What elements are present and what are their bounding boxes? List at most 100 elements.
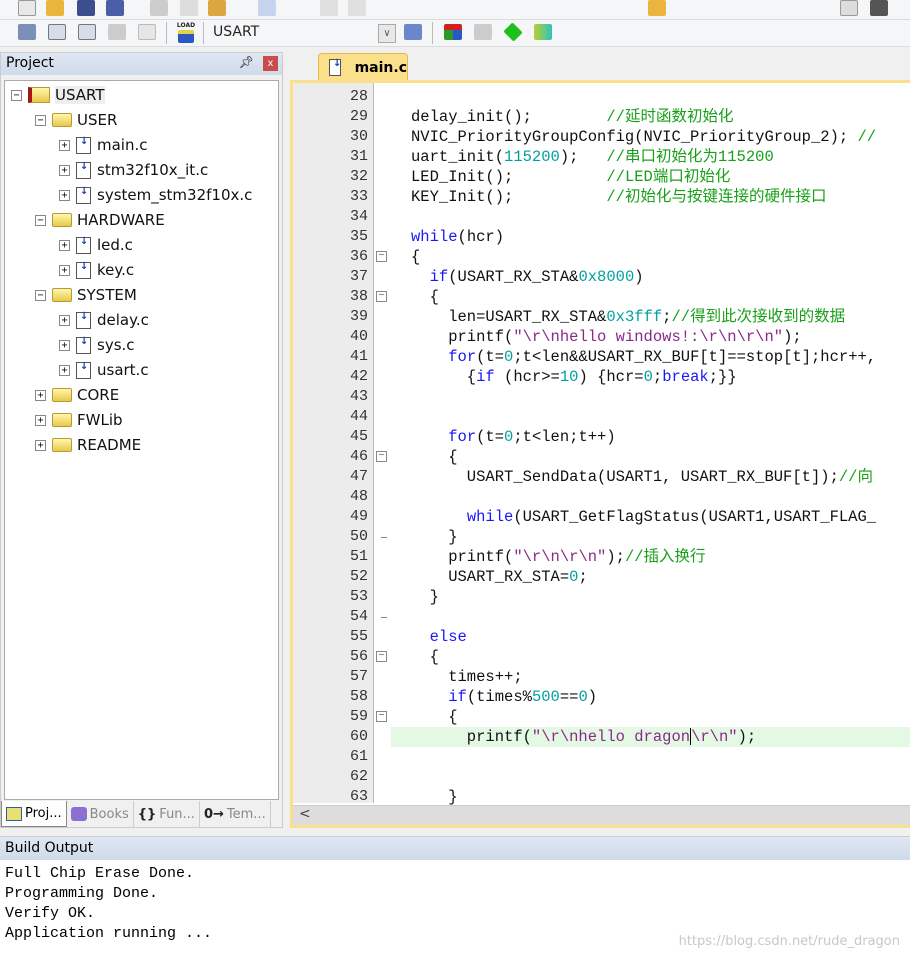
code-text[interactable]: USART_RX_STA=0;: [391, 567, 910, 587]
code-text[interactable]: while(USART_GetFlagStatus(USART1,USART_F…: [391, 507, 910, 527]
select-packs-icon[interactable]: [534, 24, 552, 40]
expand-icon[interactable]: +: [59, 264, 70, 276]
expand-icon[interactable]: +: [35, 439, 46, 451]
code-text[interactable]: printf("\r\nhello dragon\r\n");: [391, 727, 910, 747]
code-text[interactable]: {: [391, 447, 910, 467]
code-text[interactable]: }: [391, 787, 910, 807]
paste-icon[interactable]: [208, 0, 226, 16]
expand-icon[interactable]: +: [59, 164, 70, 176]
code-text[interactable]: {: [391, 707, 910, 727]
tab-templates[interactable]: 0→ Tem...: [200, 801, 271, 827]
pin-icon[interactable]: 📌︎: [239, 55, 254, 69]
code-text[interactable]: printf("\r\n\r\n");//插入换行: [391, 547, 910, 567]
expand-icon[interactable]: +: [59, 314, 70, 326]
expand-icon[interactable]: +: [59, 189, 70, 201]
tree-item[interactable]: + README: [35, 434, 141, 456]
code-text[interactable]: [391, 207, 910, 227]
navigate-forward-icon[interactable]: [348, 0, 366, 16]
tree-item[interactable]: + delay.c: [59, 309, 149, 331]
code-text[interactable]: {if (hcr>=10) {hcr=0;break;}}: [391, 367, 910, 387]
code-text[interactable]: NVIC_PriorityGroupConfig(NVIC_PriorityGr…: [391, 127, 910, 147]
code-text[interactable]: else: [391, 627, 910, 647]
code-text[interactable]: LED_Init(); //LED端口初始化: [391, 167, 910, 187]
scroll-left-icon[interactable]: <: [299, 806, 311, 822]
copy-icon[interactable]: [180, 0, 198, 16]
code-text[interactable]: {: [391, 287, 910, 307]
save-all-icon[interactable]: [106, 0, 124, 16]
code-text[interactable]: [391, 747, 910, 767]
translate-icon[interactable]: [18, 24, 36, 40]
stop-build-icon[interactable]: [138, 24, 156, 40]
tree-item[interactable]: − USER: [35, 109, 117, 131]
expand-icon[interactable]: +: [35, 389, 46, 401]
fold-collapse-icon[interactable]: −: [376, 451, 387, 462]
tree-item[interactable]: + usart.c: [59, 359, 149, 381]
dropdown-icon[interactable]: [840, 0, 858, 16]
target-select[interactable]: USART: [213, 24, 259, 40]
close-icon[interactable]: x: [263, 56, 278, 71]
save-icon[interactable]: [77, 0, 95, 16]
expand-icon[interactable]: +: [59, 139, 70, 151]
code-text[interactable]: }: [391, 587, 910, 607]
code-text[interactable]: [391, 407, 910, 427]
fold-collapse-icon[interactable]: −: [376, 651, 387, 662]
tree-item[interactable]: − SYSTEM: [35, 284, 137, 306]
collapse-icon[interactable]: −: [35, 214, 46, 226]
tab-main-c[interactable]: main.c: [318, 53, 408, 81]
code-text[interactable]: {: [391, 647, 910, 667]
tree-item[interactable]: + stm32f10x_it.c: [59, 159, 208, 181]
code-text[interactable]: [391, 607, 910, 627]
code-text[interactable]: [391, 487, 910, 507]
code-text[interactable]: if(times%500==0): [391, 687, 910, 707]
tree-item[interactable]: + key.c: [59, 259, 134, 281]
build-icon[interactable]: [48, 24, 66, 40]
manage-components-icon[interactable]: [444, 24, 462, 40]
code-text[interactable]: }: [391, 527, 910, 547]
tree-item[interactable]: − HARDWARE: [35, 209, 165, 231]
code-text[interactable]: KEY_Init(); //初始化与按键连接的硬件接口: [391, 187, 910, 207]
collapse-icon[interactable]: −: [35, 289, 46, 301]
code-text[interactable]: while(hcr): [391, 227, 910, 247]
chevron-down-icon[interactable]: ∨: [378, 24, 396, 43]
fold-collapse-icon[interactable]: −: [376, 291, 387, 302]
open-file-icon[interactable]: [46, 0, 64, 16]
tab-functions[interactable]: {} Fun...: [134, 801, 200, 827]
expand-icon[interactable]: +: [59, 239, 70, 251]
tab-project[interactable]: Proj...: [1, 801, 67, 827]
tree-item[interactable]: + FWLib: [35, 409, 123, 431]
code-text[interactable]: [391, 767, 910, 787]
collapse-icon[interactable]: −: [11, 89, 22, 101]
new-file-icon[interactable]: [18, 0, 36, 16]
batch-build-icon[interactable]: [108, 24, 126, 40]
code-text[interactable]: [391, 87, 910, 107]
tab-books[interactable]: Books: [67, 801, 134, 827]
code-text[interactable]: delay_init(); //延时函数初始化: [391, 107, 910, 127]
collapse-icon[interactable]: −: [35, 114, 46, 126]
pack-installer-icon[interactable]: [503, 22, 523, 42]
tree-item[interactable]: + system_stm32f10x.c: [59, 184, 252, 206]
debug-icon[interactable]: [870, 0, 888, 16]
navigate-back-icon[interactable]: [320, 0, 338, 16]
code-text[interactable]: for(t=0;t<len&&USART_RX_BUF[t]==stop[t];…: [391, 347, 910, 367]
code-text[interactable]: printf("\r\nhello windows!:\r\n\r\n");: [391, 327, 910, 347]
code-text[interactable]: uart_init(115200); //串口初始化为115200: [391, 147, 910, 167]
horizontal-scrollbar[interactable]: <: [293, 805, 910, 825]
expand-icon[interactable]: +: [59, 364, 70, 376]
code-text[interactable]: len=USART_RX_STA&0x3fff;//得到此次接收到的数据: [391, 307, 910, 327]
cut-icon[interactable]: [150, 0, 168, 16]
target-options-wand-icon[interactable]: [404, 24, 422, 40]
rebuild-icon[interactable]: [78, 24, 96, 40]
code-text[interactable]: for(t=0;t<len;t++): [391, 427, 910, 447]
tree-item[interactable]: + CORE: [35, 384, 119, 406]
code-text[interactable]: USART_SendData(USART1, USART_RX_BUF[t]);…: [391, 467, 910, 487]
code-text[interactable]: if(USART_RX_STA&0x8000): [391, 267, 910, 287]
tree-item[interactable]: + main.c: [59, 134, 148, 156]
code-text[interactable]: {: [391, 247, 910, 267]
fold-collapse-icon[interactable]: −: [376, 251, 387, 262]
find-in-files-icon[interactable]: [648, 0, 666, 16]
manage-project-items-icon[interactable]: [474, 24, 492, 40]
load-download-button[interactable]: LOAD: [175, 22, 197, 44]
tree-item[interactable]: + led.c: [59, 234, 133, 256]
code-text[interactable]: times++;: [391, 667, 910, 687]
tree-item[interactable]: − USART: [11, 84, 105, 106]
